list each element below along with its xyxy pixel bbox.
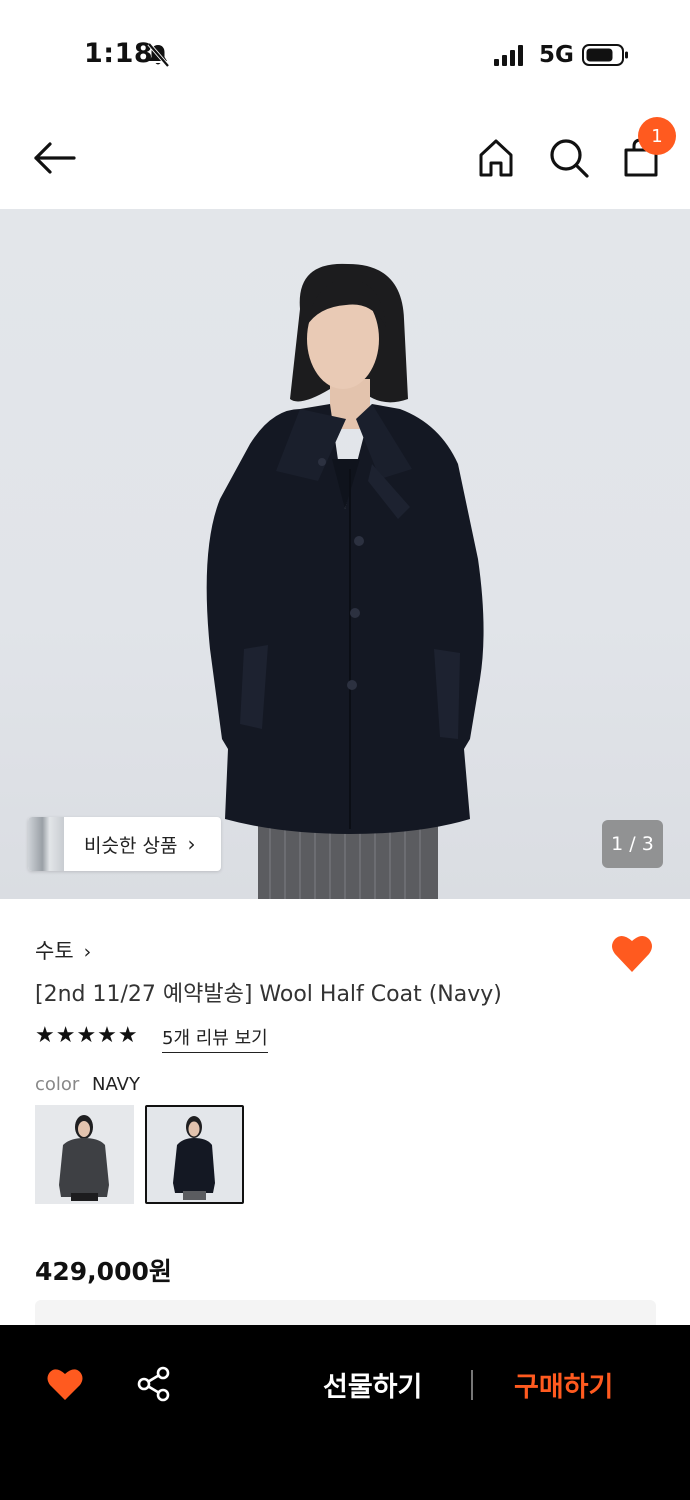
chevron-right-icon: › <box>83 941 92 963</box>
swatch-photo <box>35 1105 134 1204</box>
battery-icon <box>582 44 628 66</box>
network-label: 5G <box>539 42 574 68</box>
color-swatch-navy[interactable] <box>145 1105 244 1204</box>
search-icon[interactable] <box>547 136 591 180</box>
gift-button[interactable]: 선물하기 <box>323 1365 422 1404</box>
image-page-indicator: 1 / 3 <box>602 820 663 868</box>
bottom-bar-divider <box>471 1370 473 1400</box>
status-bar: 1:18 5G <box>0 0 690 110</box>
brand-link[interactable]: 수토 › <box>35 935 91 965</box>
color-swatch-charcoal[interactable] <box>35 1105 134 1204</box>
rating-stars: ★★★★★ <box>35 1023 139 1048</box>
similar-products-button[interactable]: 비슷한 상품 › <box>28 817 221 871</box>
product-price: 429,000원 <box>35 1257 172 1286</box>
bottom-action-bar <box>0 1325 690 1500</box>
swatch-photo <box>147 1107 242 1202</box>
share-icon[interactable] <box>136 1366 172 1402</box>
wishlist-heart-icon[interactable] <box>46 1366 84 1402</box>
wishlist-heart-icon[interactable] <box>610 932 654 974</box>
buy-button[interactable]: 구매하기 <box>514 1365 613 1404</box>
signal-icon <box>494 45 523 66</box>
color-value: NAVY <box>92 1074 140 1095</box>
back-arrow-icon[interactable] <box>32 136 76 180</box>
home-icon[interactable] <box>474 136 518 180</box>
bell-muted-icon <box>147 42 170 68</box>
model-photo <box>206 263 484 899</box>
review-link[interactable]: 5개 리뷰 보기 <box>162 1024 268 1053</box>
cart-count-badge: 1 <box>638 117 676 155</box>
product-hero-image[interactable] <box>0 209 690 899</box>
product-title: [2nd 11/27 예약발송] Wool Half Coat (Navy) <box>35 982 502 1007</box>
similar-products-label: 비슷한 상품 <box>84 834 178 857</box>
similar-thumbnail <box>28 817 64 871</box>
brand-name: 수토 <box>35 939 74 963</box>
status-time: 1:18 <box>84 38 154 69</box>
chevron-right-icon: › <box>187 832 196 856</box>
color-label: color <box>35 1074 80 1095</box>
